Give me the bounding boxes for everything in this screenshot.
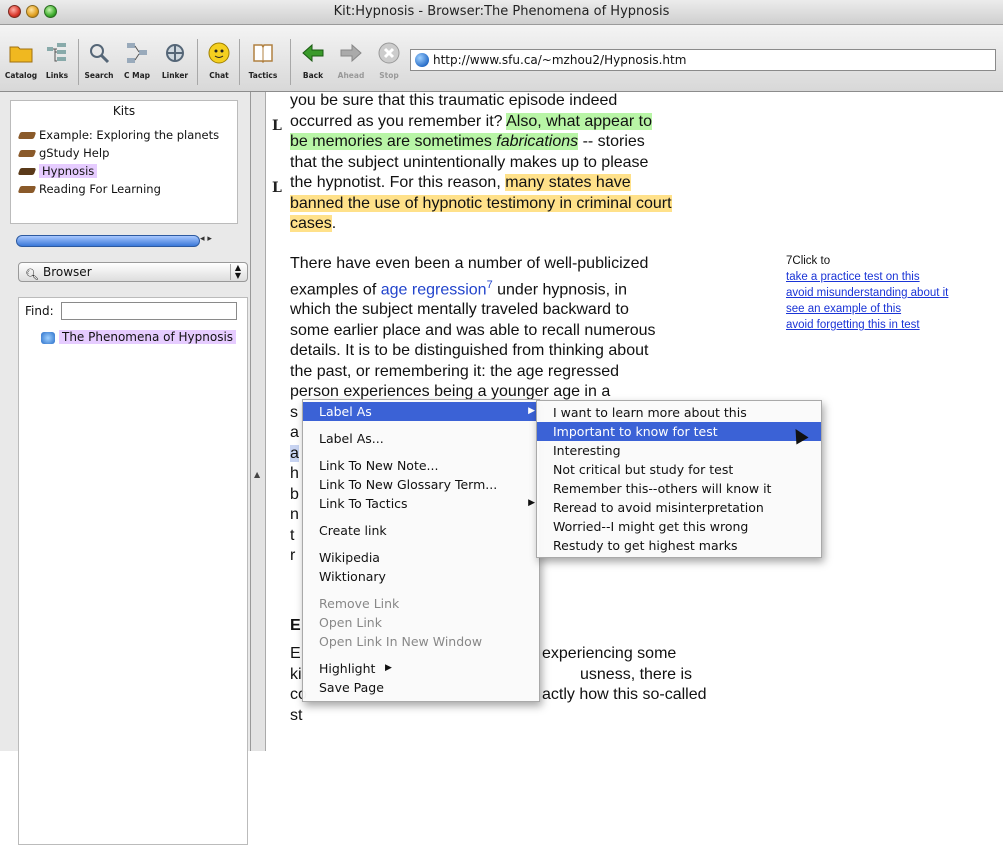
- document-icon: [41, 331, 55, 344]
- toolbar: Catalog Links Search C Map Linker Chat T…: [0, 25, 1003, 92]
- submenu-item[interactable]: I want to learn more about this: [537, 403, 821, 422]
- horizontal-scrollbar[interactable]: [16, 235, 200, 247]
- avoid-forgetting-link[interactable]: avoid forgetting this in test: [786, 317, 948, 333]
- yellow-highlight[interactable]: cases: [290, 215, 332, 232]
- scroll-arrows[interactable]: ◂ ▸: [200, 234, 234, 246]
- collapse-arrow-icon[interactable]: ▲: [254, 470, 260, 479]
- label-as-submenu: I want to learn more about this Importan…: [536, 400, 822, 558]
- menu-item-highlight[interactable]: Highlight ▶: [303, 659, 539, 678]
- left-panel: Kits Example: Exploring the planets gStu…: [0, 92, 251, 845]
- toolbar-separator: [197, 39, 198, 85]
- back-arrow-icon: [302, 43, 324, 63]
- toolbar-separator: [78, 39, 79, 85]
- find-input[interactable]: [61, 302, 237, 320]
- submenu-item[interactable]: Worried--I might get this wrong: [537, 517, 821, 536]
- chevron-updown-icon: ▲ ▼: [230, 264, 245, 280]
- book-icon: [17, 168, 37, 175]
- yellow-highlight[interactable]: many states have: [505, 174, 631, 191]
- context-menu: Label As ▶ Label As... Link To New Note..…: [302, 399, 540, 702]
- menu-item-open-link[interactable]: Open Link: [303, 613, 539, 632]
- chat-icon: [208, 42, 230, 64]
- note-intro: 7Click to: [786, 255, 831, 267]
- links-icon: [47, 43, 66, 62]
- menu-item-wikipedia[interactable]: Wikipedia: [303, 548, 539, 567]
- label-marker[interactable]: L: [272, 180, 282, 196]
- menu-item-create-link[interactable]: Create link: [303, 521, 539, 540]
- kit-item[interactable]: Reading For Learning: [17, 181, 161, 197]
- submenu-item[interactable]: Remember this--others will know it: [537, 479, 821, 498]
- find-label: Find:: [25, 304, 54, 318]
- pane-splitter[interactable]: ▲: [251, 92, 266, 751]
- concept-map-button[interactable]: C Map: [118, 41, 156, 85]
- yellow-highlight[interactable]: banned the use of hypnotic testimony in …: [290, 194, 672, 212]
- search-icon: [90, 44, 110, 64]
- margin-note: 7Click to take a practice test on this a…: [786, 253, 948, 333]
- submenu-item-selected[interactable]: Important to know for test: [537, 422, 821, 441]
- book-icon: [17, 132, 37, 139]
- document-item[interactable]: The Phenomena of Hypnosis: [41, 330, 237, 344]
- submenu-item[interactable]: Not critical but study for test: [537, 460, 821, 479]
- globe-icon: [415, 53, 429, 67]
- magnifier-icon: 🔍︎: [25, 268, 39, 281]
- kit-item-selected[interactable]: Hypnosis: [17, 163, 98, 179]
- menu-item-remove-link[interactable]: Remove Link: [303, 594, 539, 613]
- submenu-arrow-icon: ▶: [528, 498, 535, 508]
- practice-test-link[interactable]: take a practice test on this: [786, 269, 948, 285]
- kit-item[interactable]: Example: Exploring the planets: [17, 127, 219, 143]
- window-title: Kit:Hypnosis - Browser:The Phenomena of …: [333, 4, 670, 19]
- chat-button[interactable]: Chat: [200, 41, 238, 85]
- menu-item-save-page[interactable]: Save Page: [303, 678, 539, 697]
- catalog-button[interactable]: Catalog: [2, 41, 40, 85]
- ahead-button[interactable]: Ahead: [332, 41, 370, 85]
- submenu-arrow-icon: ▶: [528, 406, 535, 416]
- green-highlight[interactable]: be memories are sometimes: [290, 133, 497, 150]
- tactics-icon: [253, 44, 273, 64]
- submenu-item[interactable]: Interesting: [537, 441, 821, 460]
- menu-item-label-as-dialog[interactable]: Label As...: [303, 429, 539, 448]
- avoid-misunderstanding-link[interactable]: avoid misunderstanding about it: [786, 285, 948, 301]
- stop-button[interactable]: Stop: [370, 41, 408, 85]
- linker-button[interactable]: Linker: [156, 41, 194, 85]
- tactics-button[interactable]: Tactics: [244, 41, 282, 85]
- kits-title: Kits: [112, 104, 136, 118]
- green-highlight[interactable]: Also, what appear to: [506, 112, 652, 130]
- submenu-item[interactable]: Restudy to get highest marks: [537, 536, 821, 555]
- back-button[interactable]: Back: [294, 41, 332, 85]
- links-button[interactable]: Links: [38, 41, 76, 85]
- folder-icon: [9, 46, 33, 63]
- linker-icon: [166, 44, 184, 62]
- kit-item[interactable]: gStudy Help: [17, 145, 109, 161]
- submenu-item[interactable]: Reread to avoid misinterpretation: [537, 498, 821, 517]
- menu-item-link-note[interactable]: Link To New Note...: [303, 456, 539, 475]
- toolbar-separator: [239, 39, 240, 85]
- url-field[interactable]: http://www.sfu.ca/~mzhou2/Hypnosis.htm: [410, 49, 996, 71]
- app-window: Kit:Hypnosis - Browser:The Phenomena of …: [0, 0, 1003, 845]
- stop-icon: [378, 42, 400, 64]
- menu-item-link-glossary[interactable]: Link To New Glossary Term...: [303, 475, 539, 494]
- menu-item-label-as[interactable]: Label As ▶: [303, 402, 539, 421]
- menu-item-wiktionary[interactable]: Wiktionary: [303, 567, 539, 586]
- title-bar: Kit:Hypnosis - Browser:The Phenomena of …: [0, 0, 1003, 25]
- browser-select[interactable]: 🔍︎ Browser ▲ ▼: [18, 262, 248, 282]
- submenu-arrow-icon: ▶: [385, 663, 392, 673]
- concept-map-icon: [127, 43, 147, 63]
- browser-pane: Find: The Phenomena of Hypnosis: [18, 297, 248, 845]
- label-marker[interactable]: L: [272, 118, 282, 134]
- menu-item-link-tactics[interactable]: Link To Tactics ▶: [303, 494, 539, 513]
- book-icon: [17, 150, 37, 157]
- toolbar-separator: [290, 39, 291, 85]
- age-regression-link[interactable]: age regression: [381, 281, 487, 298]
- paragraph: you be sure that this traumatic episode …: [290, 92, 672, 232]
- menu-item-open-link-new-window[interactable]: Open Link In New Window: [303, 632, 539, 651]
- search-button[interactable]: Search: [80, 41, 118, 85]
- forward-arrow-icon: [340, 43, 362, 63]
- url-text: http://www.sfu.ca/~mzhou2/Hypnosis.htm: [433, 53, 687, 67]
- see-example-link[interactable]: see an example of this: [786, 301, 948, 317]
- book-icon: [17, 186, 37, 193]
- kits-list: Kits Example: Exploring the planets gStu…: [10, 100, 238, 224]
